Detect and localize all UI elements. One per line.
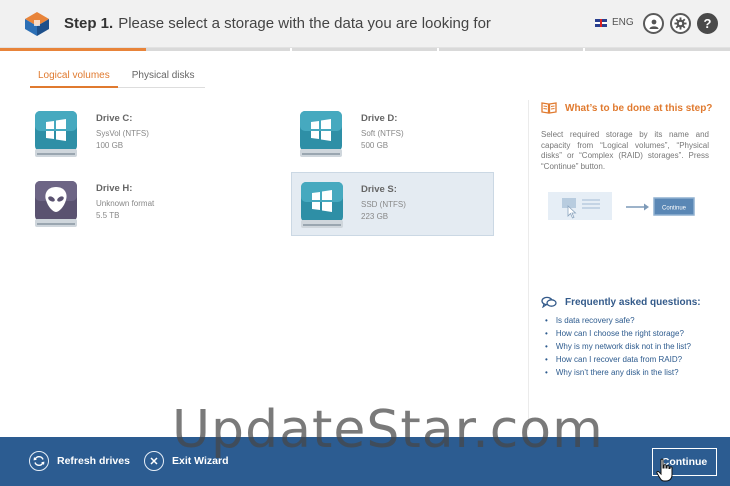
refresh-drives-button[interactable]: Refresh drives	[29, 451, 130, 471]
drive-size: 100 GB	[96, 141, 124, 150]
watermark-text: UpdateStar.com	[172, 400, 604, 460]
user-icon	[649, 19, 658, 29]
account-button[interactable]	[643, 13, 664, 34]
drive-filesystem: Unknown format	[96, 199, 155, 208]
wizard-window: Step 1. Please select a storage with the …	[0, 0, 730, 486]
progress-separator	[437, 48, 439, 51]
chat-bubbles-icon	[541, 296, 557, 308]
faq-link[interactable]: Why is my network disk not in the list?	[545, 340, 691, 353]
drive-filesystem: Soft (NTFS)	[361, 129, 404, 138]
progress-separator	[583, 48, 585, 51]
faq-heading: Frequently asked questions:	[541, 296, 701, 308]
book-icon	[541, 102, 557, 114]
help-title: What’s to be done at this step?	[565, 102, 713, 114]
step-illustration: Continue	[548, 192, 695, 220]
refresh-icon	[29, 451, 49, 471]
language-label: ENG	[612, 17, 634, 28]
help-heading: What’s to be done at this step?	[541, 102, 712, 114]
drive-filesystem: SysVol (NTFS)	[96, 129, 149, 138]
language-selector[interactable]: ENG	[595, 17, 634, 28]
progress-separator	[290, 48, 292, 51]
drive-item-s[interactable]: Drive S: SSD (NTFS) 223 GB	[291, 172, 494, 236]
windows-drive-icon	[300, 111, 342, 157]
faq-link[interactable]: How can I recover data from RAID?	[545, 353, 691, 366]
gear-icon	[674, 17, 687, 30]
step-progress-bar	[0, 48, 730, 51]
help-button[interactable]: ?	[697, 13, 718, 34]
drive-item-h[interactable]: Drive H: Unknown format 5.5 TB	[30, 173, 233, 237]
drive-name: Drive C:	[96, 113, 133, 124]
faq-title: Frequently asked questions:	[565, 296, 701, 308]
drive-size: 5.5 TB	[96, 211, 120, 220]
alien-drive-icon	[35, 181, 77, 227]
drive-name: Drive D:	[361, 113, 398, 124]
faq-list: Is data recovery safe? How can I choose …	[545, 314, 691, 379]
faq-link[interactable]: How can I choose the right storage?	[545, 327, 691, 340]
windows-drive-icon	[35, 111, 77, 157]
hand-cursor-icon	[656, 458, 673, 482]
faq-link[interactable]: Why isn’t there any disk in the list?	[545, 366, 691, 379]
drive-item-d[interactable]: Drive D: Soft (NTFS) 500 GB	[295, 103, 498, 167]
tab-physical-disks[interactable]: Physical disks	[124, 66, 203, 88]
help-glyph: ?	[703, 16, 712, 31]
storage-tabs: Logical volumes Physical disks	[30, 66, 205, 88]
faq-link[interactable]: Is data recovery safe?	[545, 314, 691, 327]
header-bar: Step 1. Please select a storage with the …	[0, 0, 730, 48]
drive-size: 223 GB	[361, 212, 389, 221]
drive-name: Drive H:	[96, 183, 133, 194]
panel-divider	[528, 100, 529, 430]
page-title: Step 1. Please select a storage with the …	[64, 15, 491, 32]
drive-name: Drive S:	[361, 184, 397, 195]
drive-filesystem: SSD (NTFS)	[361, 200, 406, 209]
refresh-drives-label: Refresh drives	[57, 455, 130, 467]
drive-size: 500 GB	[361, 141, 389, 150]
settings-button[interactable]	[670, 13, 691, 34]
windows-drive-icon	[301, 182, 343, 228]
illustration-continue-label: Continue	[662, 206, 687, 212]
close-icon	[144, 451, 164, 471]
tab-logical-volumes[interactable]: Logical volumes	[30, 66, 118, 88]
help-description: Select required storage by its name and …	[541, 130, 709, 171]
app-logo-icon	[25, 12, 49, 36]
uk-flag-icon	[595, 18, 607, 27]
drive-item-c[interactable]: Drive C: SysVol (NTFS) 100 GB	[30, 103, 233, 167]
progress-fill	[0, 48, 146, 51]
